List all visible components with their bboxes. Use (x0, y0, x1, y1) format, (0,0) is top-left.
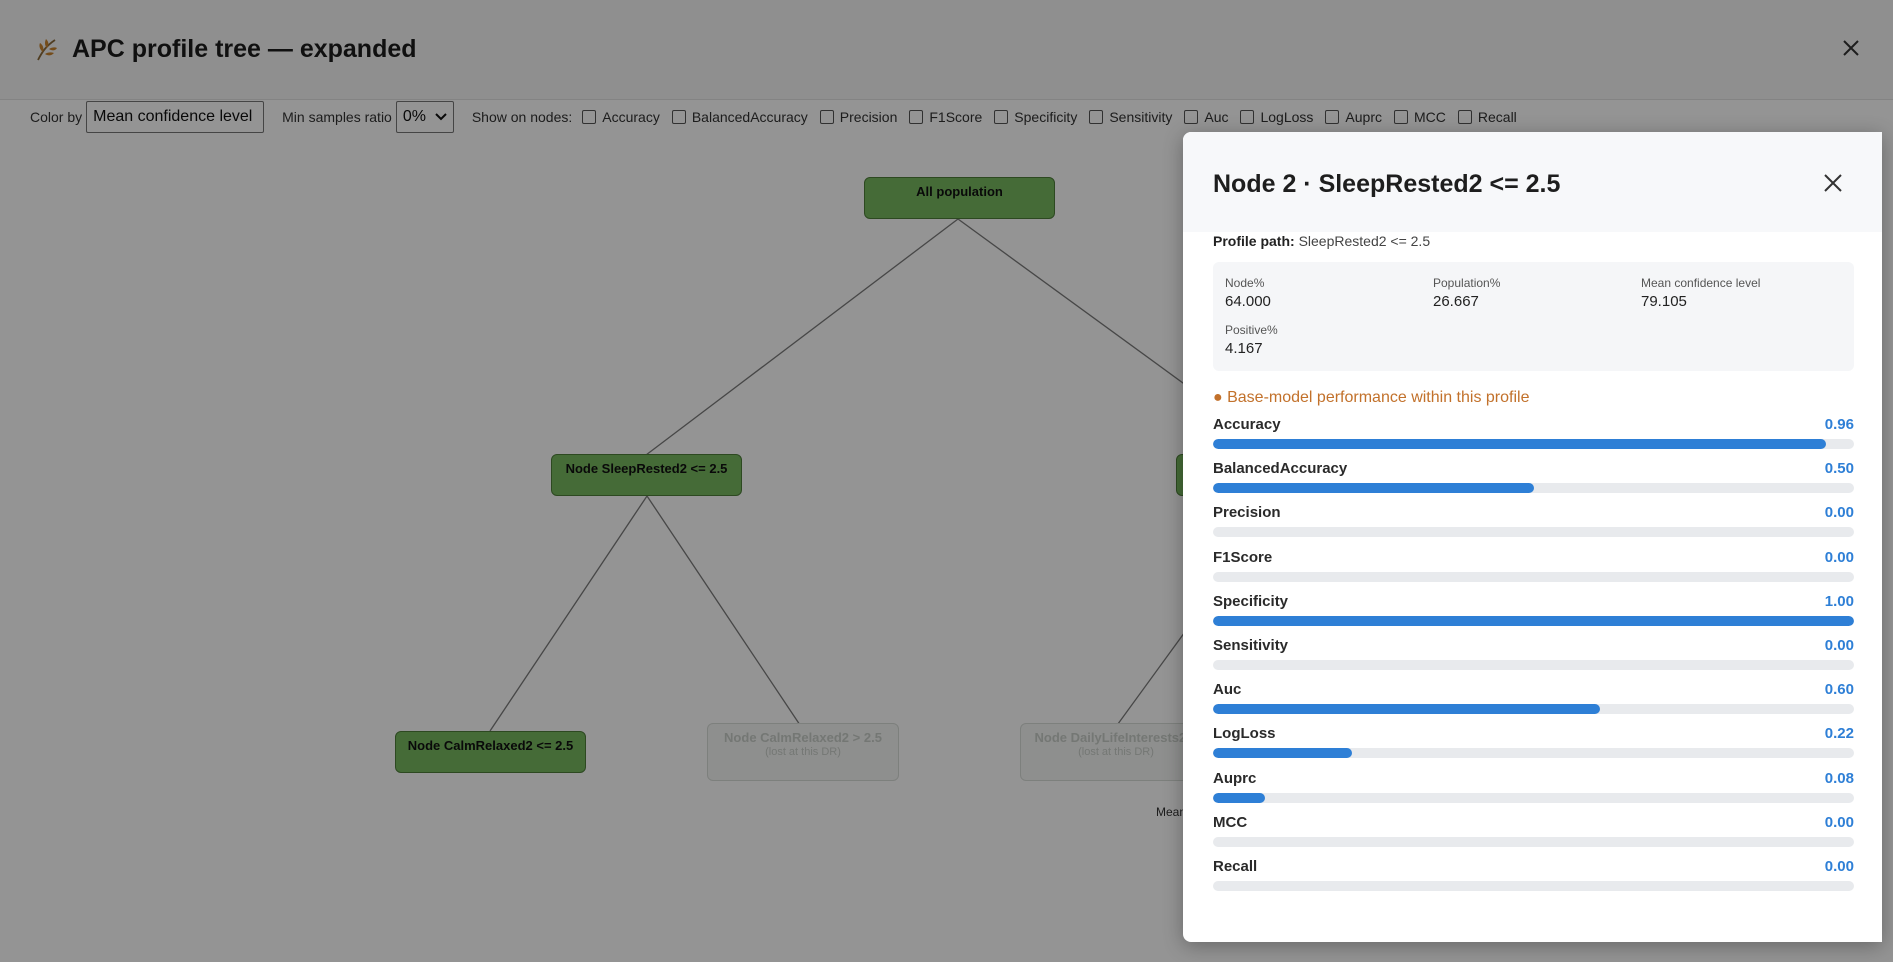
stat-mean-confidence: Mean confidence level 79.105 (1641, 276, 1760, 310)
stat-value: 4.167 (1225, 340, 1263, 357)
metric-precision-value: 0.00 (1824, 504, 1854, 522)
metric-specificity-bar-fill (1213, 615, 1854, 626)
metric-f1score-label: F1Score (1213, 548, 1273, 566)
metric-row: Auc 0.60 (1213, 681, 1854, 725)
metric-logloss-bar-track (1213, 748, 1854, 759)
metric-precision-bar-track (1213, 527, 1854, 538)
panel-header: Node 2 · SleepRested2 <= 2.5 (1183, 132, 1882, 232)
metric-mcc-label: MCC (1213, 813, 1248, 831)
stat-positive-pct: Positive% 4.167 (1225, 323, 1278, 357)
metric-auc-label: Auc (1213, 681, 1242, 699)
metric-recall-label: Recall (1213, 857, 1258, 875)
metric-auprc-bar-fill (1213, 792, 1265, 803)
metric-sensitivity-bar-track (1213, 659, 1854, 670)
metric-balancedaccuracy-value: 0.50 (1824, 460, 1854, 478)
metric-recall-value: 0.00 (1824, 857, 1854, 875)
metric-auc-bar-track (1213, 704, 1854, 715)
metric-specificity-bar-track (1213, 615, 1854, 626)
metric-logloss-value: 0.22 (1824, 725, 1854, 743)
metric-logloss-label: LogLoss (1213, 725, 1276, 743)
metric-auprc-label: Auprc (1213, 769, 1257, 787)
metric-accuracy-label: Accuracy (1213, 416, 1281, 433)
metric-recall-bar-track (1213, 880, 1854, 891)
metric-logloss-bar-fill (1213, 748, 1353, 759)
metric-balancedaccuracy-bar-track (1213, 483, 1854, 494)
metric-specificity-label: Specificity (1213, 592, 1289, 610)
metric-f1score-bar-track (1213, 571, 1854, 582)
node-detail-panel: Node 2 · SleepRested2 <= 2.5 Profile pat… (1183, 132, 1882, 942)
metric-row: Recall 0.00 (1213, 858, 1854, 902)
profile-path: Profile path: SleepRested2 <= 2.5 (1213, 233, 1430, 249)
stat-label: Node% (1225, 276, 1265, 290)
profile-path-value: SleepRested2 <= 2.5 (1298, 233, 1431, 249)
stat-value: 79.105 (1641, 293, 1687, 310)
metric-accuracy-value: 0.96 (1824, 416, 1854, 433)
metric-auprc-value: 0.08 (1824, 769, 1854, 787)
metric-precision-label: Precision (1213, 504, 1281, 522)
metrics-list: Accuracy 0.96 BalancedAccuracy 0.50 Precisio… (1213, 416, 1854, 902)
metric-balancedaccuracy-bar-fill (1213, 483, 1534, 494)
metric-balancedaccuracy-label: BalancedAccuracy (1213, 460, 1348, 478)
stat-label: Positive% (1225, 323, 1278, 337)
panel-title: Node 2 · SleepRested2 <= 2.5 (1213, 170, 1561, 198)
metric-row: Accuracy 0.96 (1213, 416, 1854, 460)
metric-sensitivity-label: Sensitivity (1213, 636, 1289, 654)
metric-row: BalancedAccuracy 0.50 (1213, 460, 1854, 504)
stat-label: Mean confidence level (1641, 276, 1761, 290)
stat-node-pct: Node% 64.000 (1225, 276, 1271, 310)
stat-value: 26.667 (1433, 293, 1479, 310)
metric-specificity-value: 1.00 (1824, 592, 1854, 610)
stat-population-pct: Population% 26.667 (1433, 276, 1500, 310)
metric-mcc-value: 0.00 (1824, 813, 1854, 831)
metric-auc-bar-fill (1213, 704, 1600, 715)
metric-row: Sensitivity 0.00 (1213, 637, 1854, 681)
metric-row: Precision 0.00 (1213, 504, 1854, 548)
metric-row: Specificity 1.00 (1213, 593, 1854, 637)
close-icon[interactable] (1822, 172, 1844, 194)
metric-accuracy-bar-fill (1213, 439, 1827, 449)
metric-mcc-bar-track (1213, 836, 1854, 847)
section-title: ● Base-model performance within this pro… (1213, 389, 1530, 406)
metric-f1score-value: 0.00 (1824, 548, 1854, 566)
metric-row: LogLoss 0.22 (1213, 725, 1854, 769)
stats-box: Node% 64.000 Population% 26.667 Mean con… (1213, 262, 1854, 371)
profile-path-label: Profile path: (1213, 233, 1295, 249)
metric-sensitivity-value: 0.00 (1824, 636, 1854, 654)
metric-accuracy-bar-track (1213, 439, 1854, 449)
metric-auprc-bar-track (1213, 792, 1854, 803)
stat-label: Population% (1433, 276, 1501, 290)
metric-row: F1Score 0.00 (1213, 549, 1854, 593)
stat-value: 64.000 (1225, 293, 1271, 310)
metric-auc-value: 0.60 (1824, 681, 1854, 699)
metric-row: MCC 0.00 (1213, 814, 1854, 858)
metric-row: Auprc 0.08 (1213, 770, 1854, 814)
